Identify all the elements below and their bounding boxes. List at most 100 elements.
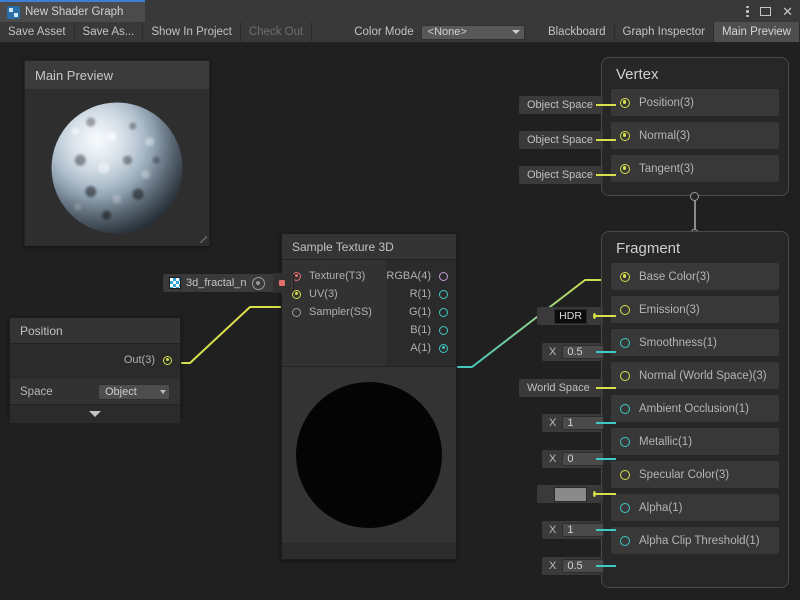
position-node-expander[interactable]	[10, 404, 180, 423]
block-port-alpha-clip-threshold[interactable]	[620, 536, 630, 546]
number-field-smoothness[interactable]: 0.5	[562, 345, 604, 359]
save-asset-button[interactable]: Save Asset	[0, 22, 75, 42]
maximize-icon[interactable]	[760, 7, 771, 16]
texture-property-node[interactable]: 3d_fractal_n	[162, 273, 294, 293]
save-as-button[interactable]: Save As...	[75, 22, 144, 42]
port-dot-position-out[interactable]	[163, 356, 172, 365]
sample-texture-3d-preview[interactable]	[282, 366, 456, 543]
blackboard-toggle-button[interactable]: Blackboard	[540, 22, 615, 42]
port-dot-r[interactable]	[439, 290, 448, 299]
block-port-tangent[interactable]	[620, 164, 630, 174]
block-node-specular-color[interactable]: Specular Color(3)	[611, 461, 779, 488]
preview-sphere[interactable]	[52, 102, 183, 233]
port-row-sampler[interactable]: Sampler(SS)	[282, 303, 386, 321]
show-in-project-button[interactable]: Show In Project	[143, 22, 241, 42]
port-row-g[interactable]: G(1)	[386, 303, 456, 321]
block-node-base-color[interactable]: Base Color(3)	[611, 263, 779, 290]
axis-label-ambient-occlusion: X	[542, 417, 562, 429]
block-node-alpha-clip-threshold[interactable]: Alpha Clip Threshold(1)	[611, 527, 779, 554]
number-field-alpha-clip-threshold[interactable]: 0.5	[562, 559, 604, 573]
default-value-ambient-occlusion[interactable]: X 1	[542, 414, 603, 432]
block-port-smoothness[interactable]	[620, 338, 630, 348]
main-preview-header: Main Preview	[25, 61, 209, 89]
sample-texture-3d-node[interactable]: Sample Texture 3D Texture(T3) UV(3) Samp…	[281, 233, 457, 560]
block-port-emission[interactable]	[620, 305, 630, 315]
port-dot-g[interactable]	[439, 308, 448, 317]
block-port-metallic[interactable]	[620, 437, 630, 447]
texture-thumbnail-icon	[169, 277, 181, 289]
texture-property-name: 3d_fractal_n	[186, 277, 247, 289]
more-options-icon[interactable]	[746, 5, 749, 18]
block-node-metallic[interactable]: Metallic(1)	[611, 428, 779, 455]
main-preview-panel[interactable]: Main Preview	[24, 60, 210, 246]
sample-texture-3d-ports: Texture(T3) UV(3) Sampler(SS) RGBA(4) R(…	[282, 260, 456, 366]
port-row-r[interactable]: R(1)	[386, 285, 456, 303]
block-port-ambient-occlusion[interactable]	[620, 404, 630, 414]
block-node-emission[interactable]: Emission(3)	[611, 296, 779, 323]
block-port-normal[interactable]	[620, 131, 630, 141]
default-value-alpha[interactable]: X 1	[542, 521, 603, 539]
port-dot-rgba[interactable]	[439, 272, 448, 281]
default-value-metallic[interactable]: X 0	[542, 450, 603, 468]
close-icon[interactable]: ✕	[782, 5, 793, 18]
block-node-smoothness[interactable]: Smoothness(1)	[611, 329, 779, 356]
port-row-texture[interactable]: Texture(T3)	[282, 267, 386, 285]
block-port-base-color[interactable]	[620, 272, 630, 282]
position-space-dropdown[interactable]: Object	[98, 384, 170, 400]
default-value-smoothness[interactable]: X 0.5	[542, 343, 603, 361]
hdr-field-emission[interactable]: HDR	[554, 309, 587, 324]
document-tab[interactable]: New Shader Graph	[0, 0, 145, 22]
object-picker-icon[interactable]	[252, 277, 265, 290]
toolbar: Save Asset Save As... Show In Project Ch…	[0, 22, 800, 43]
default-out-dot-specular-color[interactable]	[593, 491, 596, 497]
block-port-normal-world[interactable]	[620, 371, 630, 381]
toolbar-gap	[312, 22, 350, 42]
port-label-a: A(1)	[410, 342, 431, 354]
graph-inspector-toggle-button[interactable]: Graph Inspector	[615, 22, 714, 42]
number-field-alpha[interactable]: 1	[562, 523, 604, 537]
position-node[interactable]: Position Out(3) Space Object	[9, 317, 181, 416]
number-field-metallic[interactable]: 0	[562, 452, 604, 466]
port-row-position-out[interactable]: Out(3)	[10, 351, 180, 369]
block-node-tangent[interactable]: Tangent(3)	[611, 155, 779, 182]
block-label-base-color: Base Color(3)	[639, 271, 710, 283]
default-value-specular-color[interactable]	[537, 485, 603, 503]
check-out-button: Check Out	[241, 22, 312, 42]
default-text-vertex-tangent: Object Space	[519, 169, 601, 181]
color-mode-value: <None>	[428, 26, 467, 38]
main-preview-body[interactable]	[25, 89, 209, 246]
stack-connector-knob-top[interactable]	[690, 192, 699, 201]
port-row-uv[interactable]: UV(3)	[282, 285, 386, 303]
port-dot-sampler[interactable]	[292, 308, 301, 317]
default-value-vertex-normal[interactable]: Object Space	[519, 131, 603, 149]
default-value-alpha-clip-threshold[interactable]: X 0.5	[542, 557, 603, 575]
block-port-position[interactable]	[620, 98, 630, 108]
block-node-normal[interactable]: Normal(3)	[611, 122, 779, 149]
default-out-dot-emission[interactable]	[593, 313, 596, 319]
default-value-emission[interactable]: HDR	[537, 307, 603, 325]
port-row-a[interactable]: A(1)	[386, 339, 456, 357]
main-preview-resize-handle[interactable]	[200, 236, 207, 243]
block-node-ambient-occlusion[interactable]: Ambient Occlusion(1)	[611, 395, 779, 422]
port-row-b[interactable]: B(1)	[386, 321, 456, 339]
default-value-normal-world[interactable]: World Space	[519, 379, 603, 397]
port-row-rgba[interactable]: RGBA(4)	[386, 267, 456, 285]
number-field-ambient-occlusion[interactable]: 1	[562, 416, 604, 430]
main-preview-toggle-button[interactable]: Main Preview	[714, 22, 800, 42]
block-port-specular-color[interactable]	[620, 470, 630, 480]
texture-property-output-port[interactable]	[273, 273, 291, 293]
port-label-uv: UV(3)	[309, 288, 338, 300]
color-swatch-specular-color[interactable]	[554, 487, 587, 502]
graph-canvas[interactable]: Vertex Position(3) Normal(3) Tangent(3) …	[0, 43, 800, 600]
color-mode-dropdown[interactable]: <None>	[421, 25, 525, 40]
port-dot-b[interactable]	[439, 326, 448, 335]
default-value-vertex-tangent[interactable]: Object Space	[519, 166, 603, 184]
fragment-stack[interactable]: Fragment Base Color(3) Emission(3) Smoot…	[601, 231, 789, 588]
vertex-stack[interactable]: Vertex Position(3) Normal(3) Tangent(3)	[601, 57, 789, 196]
default-value-vertex-position[interactable]: Object Space	[519, 96, 603, 114]
port-dot-a[interactable]	[439, 344, 448, 353]
block-port-alpha[interactable]	[620, 503, 630, 513]
block-node-position[interactable]: Position(3)	[611, 89, 779, 116]
block-node-alpha[interactable]: Alpha(1)	[611, 494, 779, 521]
block-node-normal-world[interactable]: Normal (World Space)(3)	[611, 362, 779, 389]
